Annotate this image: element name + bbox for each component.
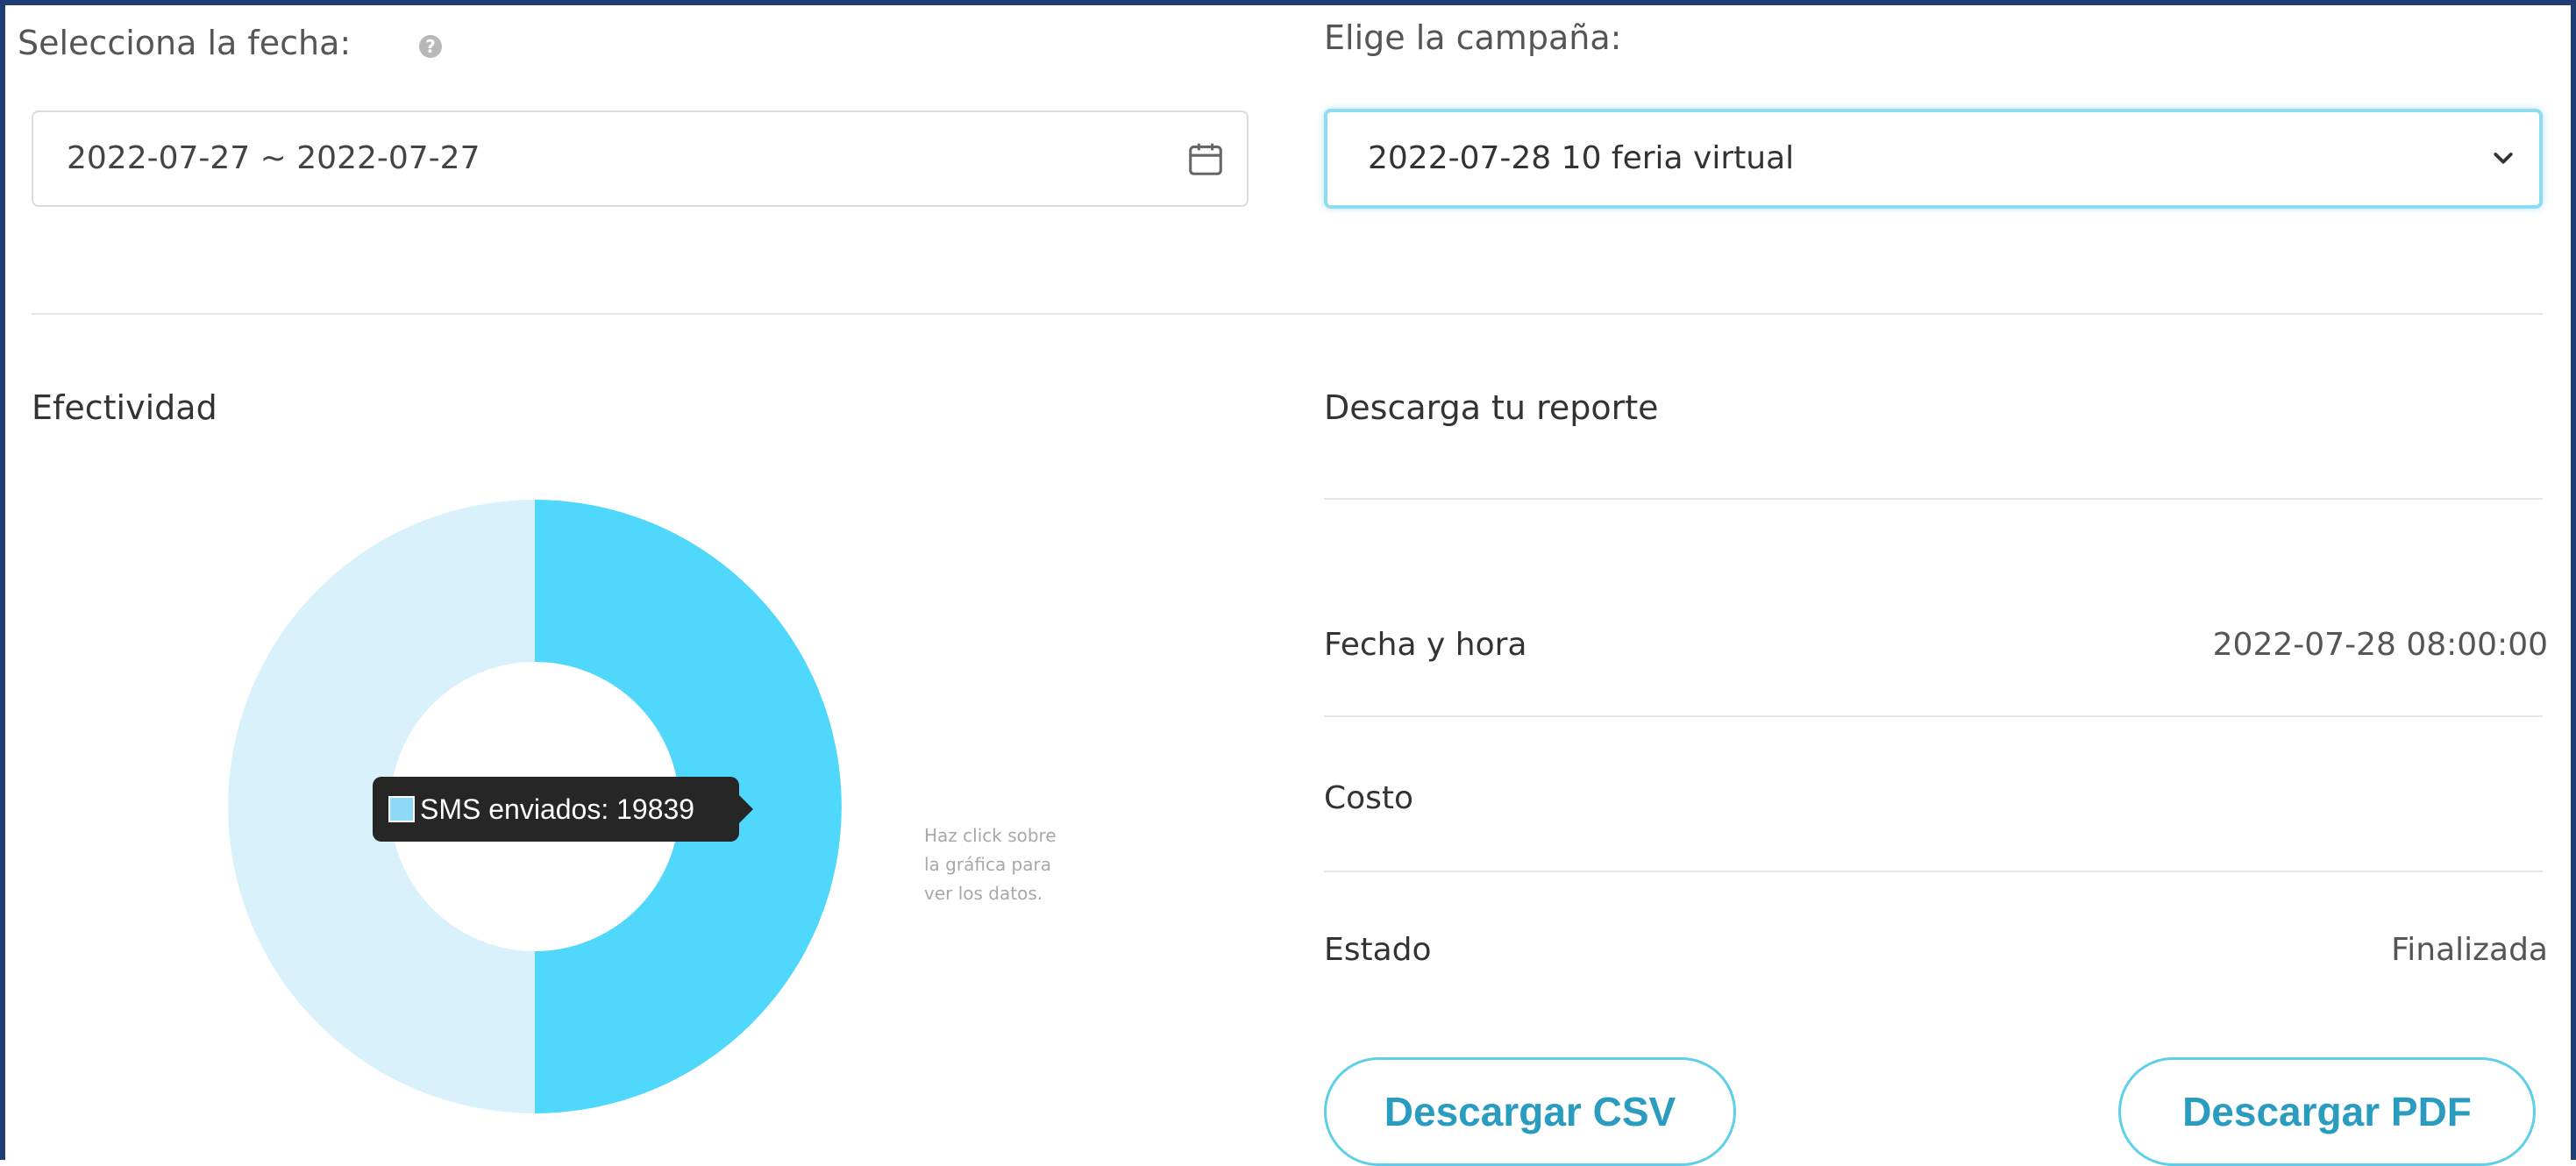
help-circle-icon[interactable]: ? — [419, 35, 442, 58]
report-row-value-status: Finalizada — [2391, 932, 2548, 968]
report-row-divider — [1324, 871, 2543, 872]
chevron-down-icon[interactable] — [2490, 146, 2516, 172]
download-csv-button[interactable]: Descargar CSV — [1324, 1057, 1736, 1166]
chart-hint-line: la gráfica para — [924, 854, 1051, 875]
date-filter-label: Selecciona la fecha: — [18, 24, 352, 62]
campaign-selected-value: 2022-07-28 10 feria virtual — [1368, 140, 1795, 176]
date-range-input[interactable]: 2022-07-27 ~ 2022-07-27 — [32, 110, 1249, 207]
tooltip-arrow — [739, 795, 753, 823]
report-row-label-datetime: Fecha y hora — [1324, 627, 1527, 663]
report-divider — [1324, 498, 2543, 500]
report-row-value-datetime: 2022-07-28 08:00:00 — [2212, 627, 2548, 663]
chart-hint-line: ver los datos. — [924, 883, 1043, 904]
effectiveness-title: Efectividad — [32, 388, 217, 427]
tooltip-text: SMS enviados: 19839 — [420, 793, 695, 825]
report-row-label-cost: Costo — [1324, 780, 1414, 816]
section-divider — [32, 313, 2543, 315]
chart-hint-line: Haz click sobre — [924, 825, 1057, 846]
chart-hint: Haz click sobre la gráfica para ver los … — [924, 821, 1117, 908]
report-title: Descarga tu reporte — [1324, 388, 1659, 427]
report-row-label-status: Estado — [1324, 932, 1432, 968]
campaign-select[interactable]: 2022-07-28 10 feria virtual — [1324, 109, 2543, 209]
report-row-divider — [1324, 715, 2543, 717]
date-range-value: 2022-07-27 ~ 2022-07-27 — [67, 140, 480, 176]
download-pdf-button[interactable]: Descargar PDF — [2118, 1057, 2536, 1166]
campaign-filter-label: Elige la campaña: — [1324, 18, 1622, 57]
tooltip-swatch — [388, 796, 415, 822]
calendar-icon[interactable] — [1185, 139, 1226, 179]
chart-tooltip: SMS enviados: 19839 — [373, 777, 753, 842]
